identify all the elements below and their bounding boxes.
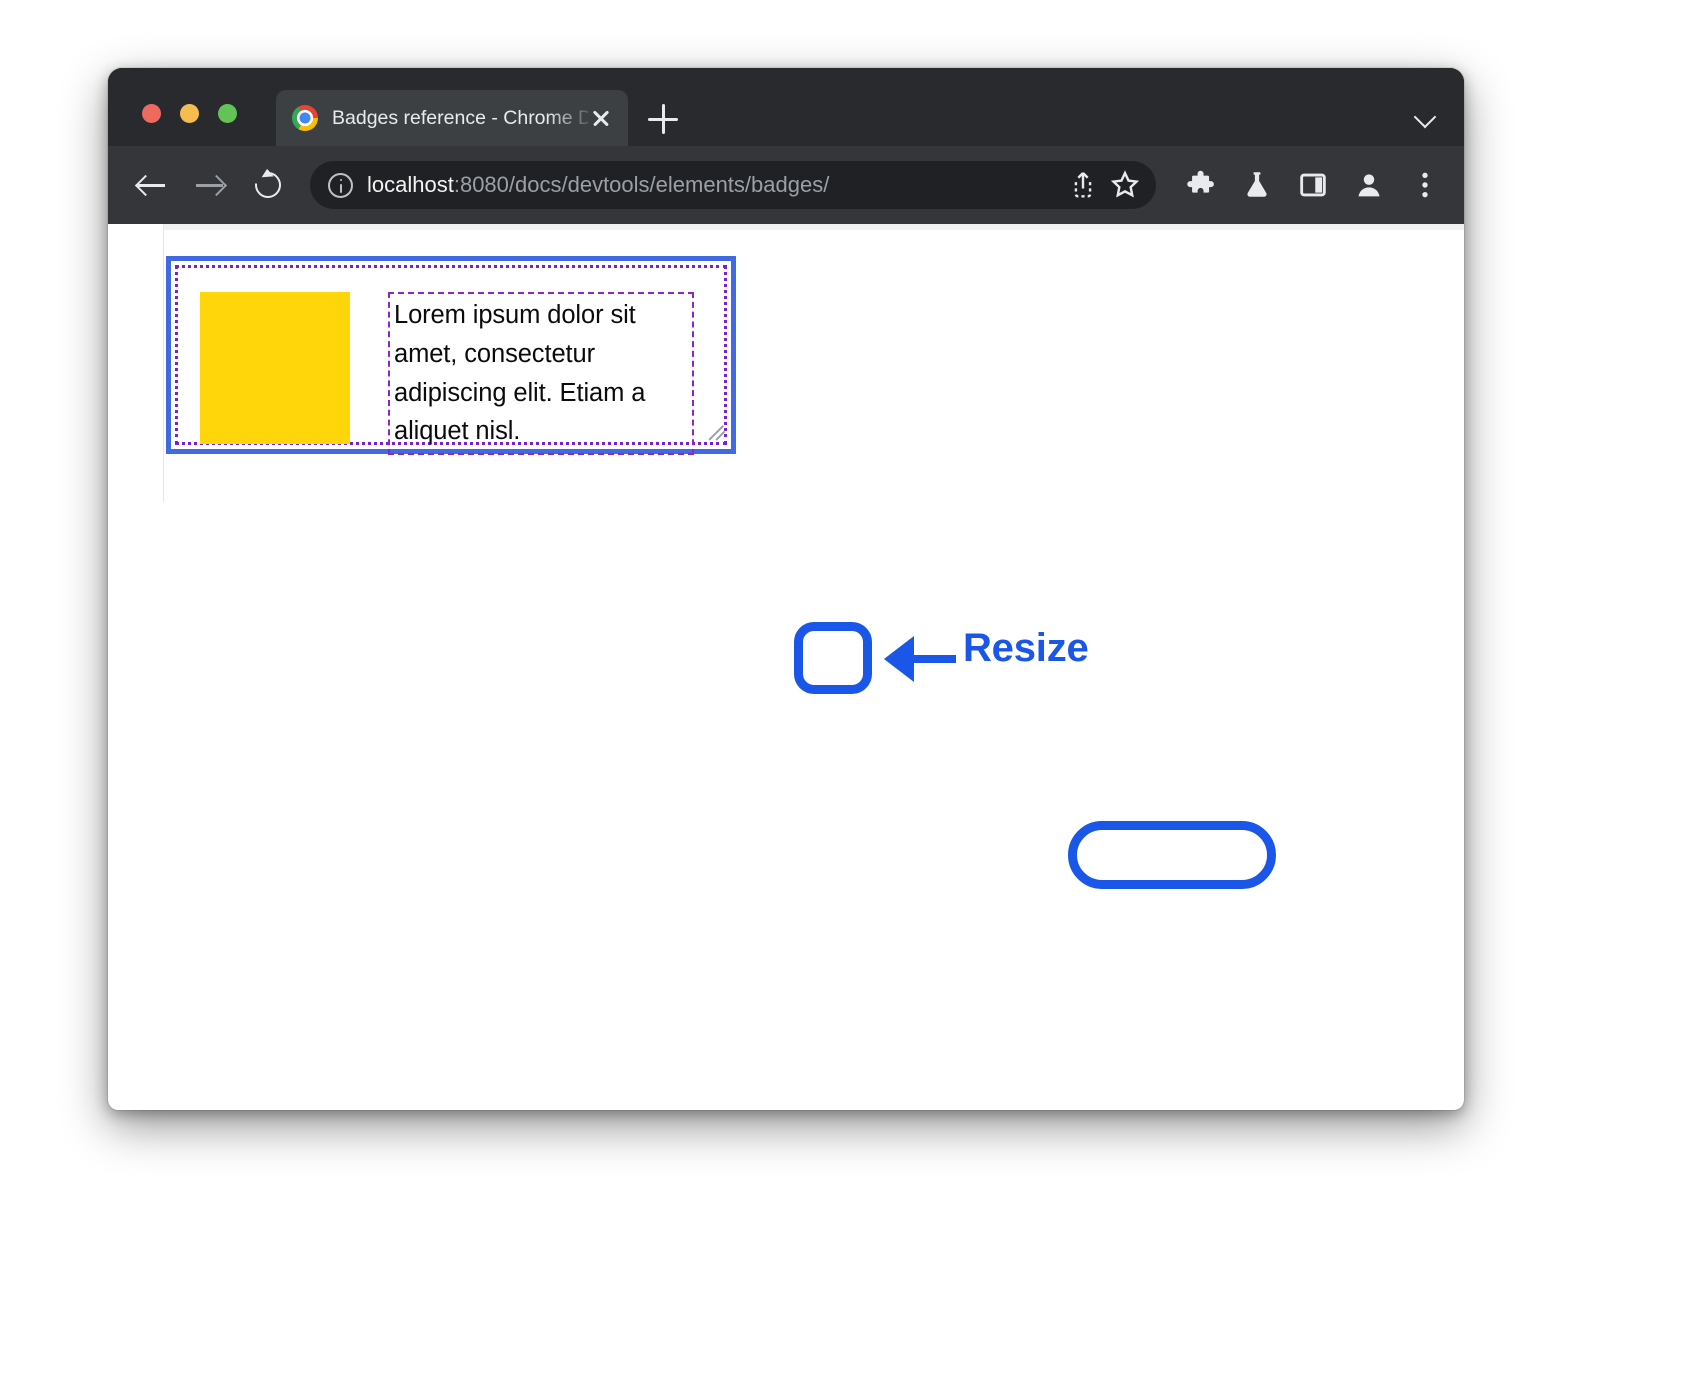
kebab-menu-icon[interactable] — [1408, 168, 1442, 202]
reload-icon[interactable] — [246, 163, 290, 207]
tab-title: Badges reference - Chrome De — [332, 107, 588, 130]
window-controls — [142, 104, 237, 123]
share-icon[interactable] — [1066, 168, 1100, 202]
close-icon[interactable] — [588, 105, 614, 131]
browser-window: Badges reference - Chrome De localhost:8… — [108, 68, 1464, 1110]
url-host: localhost — [367, 172, 454, 197]
minimize-window-button[interactable] — [180, 104, 199, 123]
forward-arrow-icon[interactable] — [188, 163, 232, 207]
lorem-text: Lorem ipsum dolor sit amet, consectetur … — [388, 292, 694, 455]
container-inner-outline: Lorem ipsum dolor sit amet, consectetur … — [175, 265, 727, 445]
address-bar[interactable]: localhost:8080/docs/devtools/elements/ba… — [310, 161, 1156, 209]
annotation-ring-resize — [794, 622, 872, 694]
profile-avatar-icon[interactable] — [1352, 168, 1386, 202]
chevron-down-icon[interactable] — [1416, 108, 1438, 130]
chrome-logo-icon — [292, 105, 318, 131]
container-box-element: Lorem ipsum dolor sit amet, consectetur … — [166, 256, 736, 454]
annotation-arrow — [884, 636, 956, 680]
page-left-rule — [163, 224, 164, 502]
tab-strip: Badges reference - Chrome De — [108, 68, 1464, 146]
puzzle-icon[interactable] — [1184, 168, 1218, 202]
flask-icon[interactable] — [1240, 168, 1274, 202]
annotation-label-resize: Resize — [963, 626, 1089, 671]
star-icon[interactable] — [1108, 168, 1142, 202]
info-circle-icon[interactable] — [328, 173, 353, 198]
resize-handle[interactable] — [703, 421, 729, 447]
page-top-rule — [163, 224, 1464, 230]
browser-toolbar: localhost:8080/docs/devtools/elements/ba… — [108, 146, 1464, 224]
url-text: localhost:8080/docs/devtools/elements/ba… — [367, 172, 1058, 198]
browser-tab[interactable]: Badges reference - Chrome De — [276, 90, 628, 146]
back-arrow-icon[interactable] — [130, 163, 174, 207]
screenshot-root: Badges reference - Chrome De localhost:8… — [0, 0, 1708, 1380]
annotation-ring-container-badge — [1068, 821, 1276, 889]
new-tab-plus-icon[interactable] — [648, 104, 678, 134]
maximize-window-button[interactable] — [218, 104, 237, 123]
side-panel-icon[interactable] — [1296, 168, 1330, 202]
visual-block — [200, 292, 350, 444]
close-window-button[interactable] — [142, 104, 161, 123]
toolbar-icons — [1184, 168, 1442, 202]
page-viewport: Lorem ipsum dolor sit amet, consectetur … — [108, 224, 1464, 1110]
url-path: :8080/docs/devtools/elements/badges/ — [454, 172, 829, 197]
